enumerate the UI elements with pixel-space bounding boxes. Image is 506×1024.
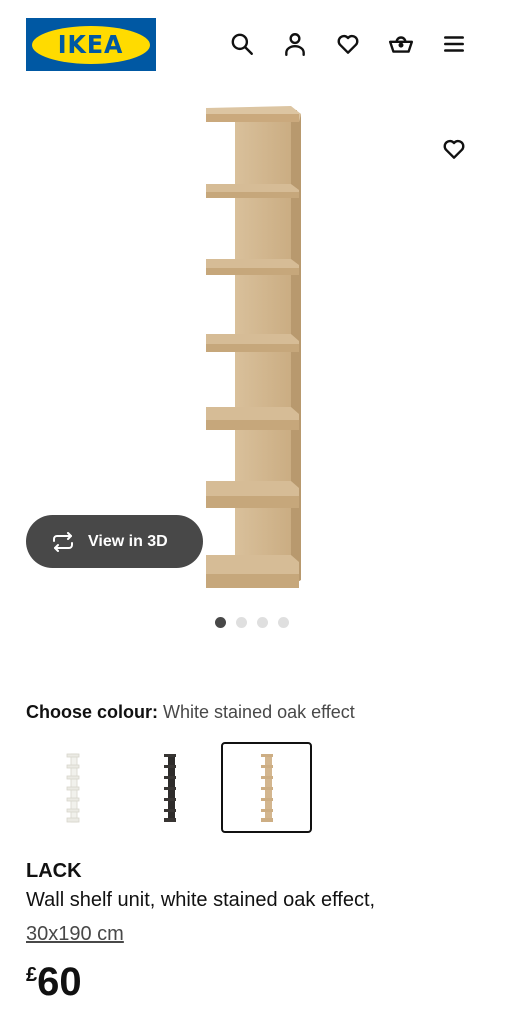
swatch-image-white xyxy=(66,753,79,822)
gallery-dot[interactable] xyxy=(278,617,289,628)
colour-swatch-white-stained-oak[interactable] xyxy=(221,742,312,833)
colour-swatch-black-brown[interactable] xyxy=(124,742,215,833)
gallery-pagination xyxy=(215,617,289,628)
product-name: LACK xyxy=(26,860,82,882)
rotate-3d-icon xyxy=(53,531,73,552)
logo-oval: IKEA xyxy=(32,25,150,64)
gallery-dot[interactable] xyxy=(215,617,226,628)
product-description: Wall shelf unit, white stained oak effec… xyxy=(26,889,376,911)
header: IKEA xyxy=(0,0,506,90)
product-image xyxy=(206,106,301,588)
colour-chooser-label: Choose colour: White stained oak effect xyxy=(26,702,355,723)
logo-text: IKEA xyxy=(58,30,124,59)
view-in-3d-label: View in 3D xyxy=(88,532,168,550)
account-button[interactable] xyxy=(280,29,310,59)
basket-icon xyxy=(388,36,414,53)
gallery-dot[interactable] xyxy=(236,617,247,628)
swatch-image-black-brown xyxy=(163,753,176,822)
product-size-link[interactable]: 30x190 cm xyxy=(26,923,124,946)
search-button[interactable] xyxy=(227,29,257,59)
colour-selected-value: White stained oak effect xyxy=(163,702,355,722)
colour-label: Choose colour: xyxy=(26,702,159,722)
favourites-button[interactable] xyxy=(333,29,363,59)
gallery-dot[interactable] xyxy=(257,617,268,628)
add-to-favourites-button[interactable] xyxy=(438,133,470,165)
heart-icon xyxy=(443,139,465,159)
menu-icon xyxy=(444,36,464,52)
colour-swatch-white[interactable] xyxy=(27,742,118,833)
view-in-3d-button[interactable]: View in 3D xyxy=(26,515,203,568)
heart-icon xyxy=(337,34,359,54)
ikea-logo[interactable]: IKEA xyxy=(26,18,156,71)
basket-button[interactable] xyxy=(386,29,416,59)
price-currency: £ xyxy=(26,964,38,986)
user-icon xyxy=(285,33,305,57)
swatch-image-oak xyxy=(260,753,273,822)
price-amount: 60 xyxy=(37,960,82,1004)
search-icon xyxy=(231,33,253,55)
product-price: £ 60 xyxy=(26,958,82,1006)
menu-button[interactable] xyxy=(439,29,469,59)
